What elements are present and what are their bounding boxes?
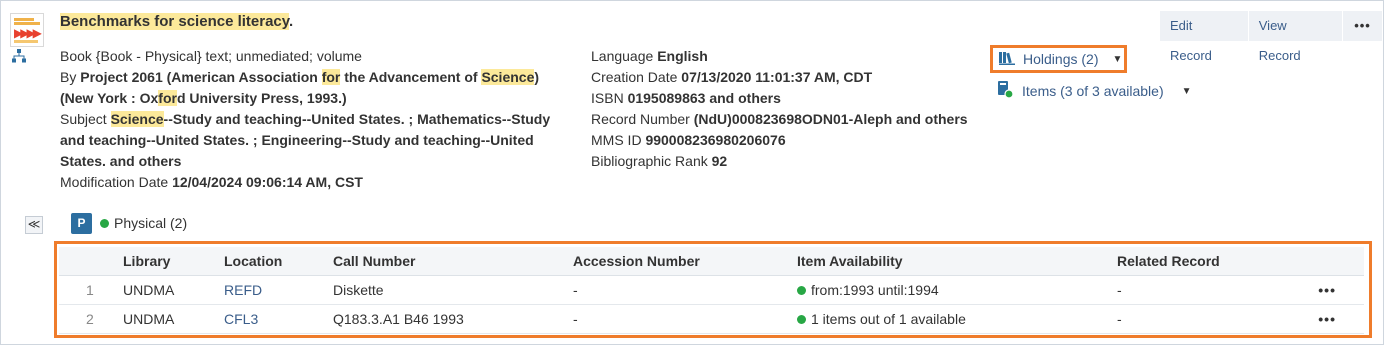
creation-date-value: 07/13/2020 11:01:37 AM, CDT: [681, 69, 873, 85]
author-label: By: [60, 69, 77, 85]
search-highlight: for: [321, 69, 341, 85]
thumbnail-bar: [14, 18, 34, 21]
book-thumbnail[interactable]: ▶▶▶▶: [10, 13, 44, 47]
chevron-down-icon[interactable]: ▼: [1182, 86, 1192, 97]
books-icon: [999, 51, 1015, 68]
library-header[interactable]: Library: [123, 247, 224, 276]
subject-label: Subject: [60, 111, 107, 127]
mms-id-value: 990008236980206076: [645, 132, 786, 148]
available-dot-icon: [797, 314, 806, 324]
view-record-button[interactable]: View Record: [1248, 11, 1344, 63]
items-link[interactable]: Items (3 of 3 available): [1022, 83, 1164, 99]
table-row[interactable]: 2 UNDMA CFL3 Q183.3.A1 B46 1993 - 1 item…: [59, 304, 1364, 334]
location-cell: REFD: [224, 275, 333, 305]
holdings-link[interactable]: Holdings (2): [1023, 51, 1098, 67]
availability-cell: from:1993 until:1994: [797, 275, 1117, 305]
subject-line: Subject Science--Study and teaching--Uni…: [60, 109, 565, 172]
author-value: Project 2061 (American Association for t…: [60, 69, 539, 106]
title-period: .: [289, 13, 294, 30]
row-number: 2: [59, 304, 123, 334]
row-actions-button[interactable]: •••: [1257, 275, 1364, 305]
author-text: the Advancement of: [340, 69, 482, 85]
library-cell: UNDMA: [123, 275, 224, 305]
table-row[interactable]: 1 UNDMA REFD Diskette - from:1993 until:…: [59, 275, 1364, 305]
location-cell: CFL3: [224, 304, 333, 334]
row-actions-button[interactable]: •••: [1257, 304, 1364, 334]
related-record-cell: -: [1117, 275, 1257, 305]
physical-label: Physical (2): [114, 215, 188, 231]
author-text: d University Press, 1993.): [176, 90, 347, 106]
accession-number-header[interactable]: Accession Number: [573, 247, 797, 276]
subject-value: Science--Study and teaching--United Stat…: [60, 111, 550, 169]
related-record-header[interactable]: Related Record: [1117, 247, 1257, 276]
record-number-label: Record Number: [591, 111, 690, 127]
item-availability-header[interactable]: Item Availability: [797, 247, 1117, 276]
chevron-down-icon[interactable]: ▼: [1112, 54, 1122, 65]
library-cell: UNDMA: [123, 304, 224, 334]
available-dot-icon: [797, 285, 806, 295]
record-number-line: Record Number (NdU)000823698ODN01-Aleph …: [591, 109, 981, 130]
holdings-table: Library Location Call Number Accession N…: [59, 247, 1364, 334]
title-highlight: Benchmarks for science literacy: [60, 13, 290, 30]
row-number-header: [59, 247, 123, 276]
search-highlight: Science: [110, 111, 164, 127]
thumbnail-arrows-icon: ▶▶▶▶: [14, 26, 42, 40]
language-line: Language English: [591, 46, 981, 67]
language-value: English: [657, 48, 708, 64]
row-number: 1: [59, 275, 123, 305]
thumbnail-bar: [14, 22, 40, 25]
isbn-line: ISBN 0195089863 and others: [591, 88, 981, 109]
language-label: Language: [591, 48, 654, 64]
holdings-dropdown[interactable]: Holdings (2) ▼: [990, 45, 1127, 73]
availability-text: 1 items out of 1 available: [811, 310, 966, 327]
bib-rank-line: Bibliographic Rank 92: [591, 151, 981, 172]
edit-record-button[interactable]: Edit Record: [1160, 11, 1249, 63]
modification-date-label: Modification Date: [60, 174, 169, 190]
record-number-value: (NdU)000823698ODN01-Aleph and others: [693, 111, 968, 127]
row-actions-header: [1257, 247, 1364, 276]
bib-rank-value: 92: [711, 153, 728, 169]
mms-id-line: MMS ID 990008236980206076: [591, 130, 981, 151]
creation-date-label: Creation Date: [591, 69, 678, 85]
record-actions: Edit Record View Record •••: [1160, 11, 1383, 63]
record-details-left: Book {Book - Physical} text; unmediated;…: [60, 46, 565, 193]
modification-date-line: Modification Date 12/04/2024 09:06:14 AM…: [60, 172, 565, 193]
creation-date-line: Creation Date 07/13/2020 11:01:37 AM, CD…: [591, 67, 981, 88]
material-type: Book {Book - Physical} text; unmediated;…: [60, 48, 362, 64]
related-record-cell: -: [1117, 304, 1257, 334]
more-actions-button[interactable]: •••: [1343, 11, 1383, 41]
isbn-value: 0195089863 and others: [627, 90, 781, 106]
bib-rank-label: Bibliographic Rank: [591, 153, 708, 169]
location-link[interactable]: CFL3: [224, 311, 258, 327]
location-link[interactable]: REFD: [224, 282, 262, 298]
record-title[interactable]: Benchmarks for science literacy.: [60, 13, 293, 30]
mms-id-label: MMS ID: [591, 132, 642, 148]
call-number-cell: Q183.3.A1 B46 1993: [333, 304, 573, 334]
modification-date-value: 12/04/2024 09:06:14 AM, CST: [172, 174, 363, 190]
physical-inventory-toggle[interactable]: Physical (2): [100, 215, 187, 231]
accession-number-cell: -: [573, 304, 797, 334]
record-details-right: Language English Creation Date 07/13/202…: [591, 46, 981, 172]
isbn-label: ISBN: [591, 90, 624, 106]
search-highlight: for: [158, 90, 177, 106]
author-line: By Project 2061 (American Association fo…: [60, 67, 565, 109]
search-highlight: Science: [481, 69, 535, 85]
hierarchy-icon[interactable]: [12, 49, 26, 66]
item-book-icon: [998, 80, 1014, 102]
call-number-cell: Diskette: [333, 275, 573, 305]
accession-number-cell: -: [573, 275, 797, 305]
record-panel: ▶▶▶▶ Benchmarks for science literacy. Bo…: [0, 0, 1384, 345]
thumbnail-bar: [14, 40, 38, 43]
author-text: Project 2061 (American Association: [80, 69, 322, 85]
available-dot-icon: [100, 218, 109, 228]
location-header[interactable]: Location: [224, 247, 333, 276]
items-dropdown[interactable]: Items (3 of 3 available) ▼: [998, 80, 1192, 102]
availability-text: from:1993 until:1994: [811, 281, 939, 298]
table-header-row: Library Location Call Number Accession N…: [59, 247, 1364, 276]
availability-cell: 1 items out of 1 available: [797, 304, 1117, 334]
holdings-table-container: Library Location Call Number Accession N…: [54, 241, 1372, 338]
collapse-icon[interactable]: ≪: [25, 216, 43, 234]
physical-badge: P: [71, 213, 92, 234]
call-number-header[interactable]: Call Number: [333, 247, 573, 276]
